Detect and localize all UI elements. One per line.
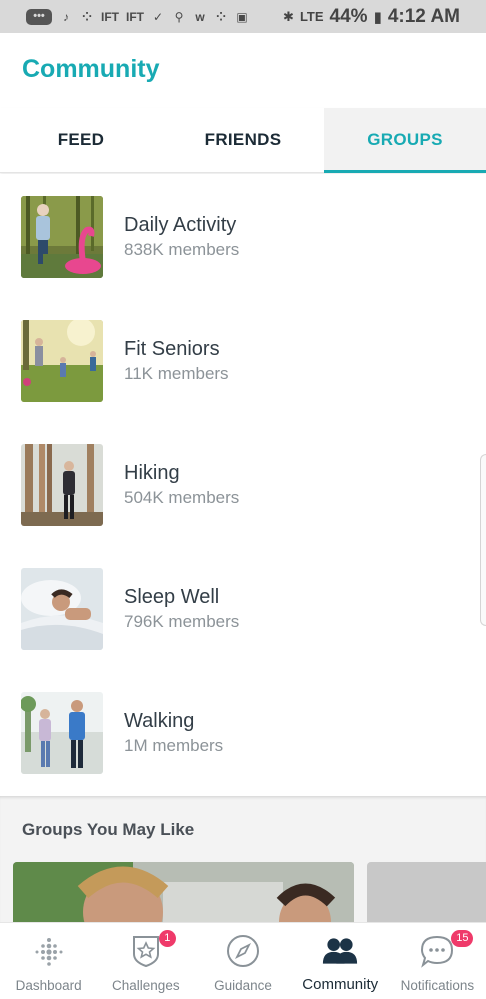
battery-icon: ▮ — [373, 8, 382, 26]
chat-bubble-icon: 15 — [419, 930, 474, 969]
nav-guidance[interactable]: Guidance — [194, 923, 291, 999]
ift-icon: IFT — [101, 9, 119, 24]
group-thumbnail — [21, 568, 103, 650]
group-name: Walking — [124, 710, 195, 732]
family-soccer-image — [21, 320, 103, 402]
signal-lte-icon: LTE — [299, 9, 324, 24]
fitbit-dots-icon — [31, 933, 67, 969]
group-member-count: 1M members — [124, 736, 224, 755]
tab-bar: FEED FRIENDS GROUPS — [0, 108, 486, 173]
ift-icon: IFT — [126, 9, 144, 24]
senior-yoga-flamingo-image — [21, 196, 103, 278]
group-thumbnail — [21, 692, 103, 774]
nav-community[interactable]: Community — [292, 923, 389, 999]
people-icon — [322, 933, 358, 969]
nav-label: Notifications — [400, 978, 475, 993]
group-member-count: 11K members — [124, 364, 229, 383]
messages-icon: ••• — [26, 8, 52, 25]
page-title: Community — [22, 55, 160, 83]
couple-walking-image — [21, 692, 103, 774]
group-item-hiking[interactable]: Hiking 504K members — [0, 422, 486, 546]
group-name: Daily Activity — [124, 214, 237, 236]
group-thumbnail — [21, 320, 103, 402]
challenges-badge: 1 — [158, 930, 176, 947]
group-member-count: 504K members — [124, 488, 240, 507]
wink-icon: w — [195, 9, 205, 24]
app-header: Community — [0, 33, 486, 108]
tab-feed[interactable]: FEED — [0, 108, 162, 172]
man-sleeping-image — [21, 568, 103, 650]
group-item-sleep-well[interactable]: Sleep Well 796K members — [0, 546, 486, 670]
check-icon: ✓ — [152, 9, 164, 24]
group-thumbnail — [21, 196, 103, 278]
system-status: ✱ LTE 44% ▮ 4:12 AM — [283, 6, 460, 28]
compass-icon — [225, 933, 261, 969]
group-name: Sleep Well — [124, 586, 220, 608]
nav-label: Challenges — [112, 978, 180, 993]
group-item-walking[interactable]: Walking 1M members — [0, 670, 486, 794]
status-bar: ••• ♪ ⁘ IFT IFT ✓ ⚲ w ⁘ ▣ ✱ LTE 44% ▮ 4:… — [0, 0, 486, 33]
group-member-count: 796K members — [124, 612, 240, 631]
suggested-group-card[interactable] — [13, 862, 354, 926]
notifications-badge: 15 — [451, 930, 474, 947]
bluetooth-icon: ✱ — [283, 8, 294, 24]
notification-icons: ••• ♪ ⁘ IFT IFT ✓ ⚲ w ⁘ ▣ — [26, 8, 249, 25]
battery-percent: 44% — [329, 5, 368, 27]
section-title: Groups You May Like — [22, 820, 195, 839]
tab-groups[interactable]: GROUPS — [324, 108, 486, 173]
woman-in-forest-image — [21, 444, 103, 526]
suggested-group-card[interactable] — [367, 862, 486, 926]
suggested-group-image — [13, 862, 354, 926]
nav-label: Community — [302, 976, 379, 993]
nav-dashboard[interactable]: Dashboard — [0, 923, 97, 999]
group-member-count: 838K members — [124, 240, 240, 259]
group-thumbnail — [21, 444, 103, 526]
group-list: Daily Activity 838K members Fit Seniors … — [0, 174, 486, 796]
nav-label: Dashboard — [15, 978, 82, 993]
fitness-icon: ⚲ — [174, 9, 184, 24]
group-item-fit-seniors[interactable]: Fit Seniors 11K members — [0, 298, 486, 422]
music-icon: ♪ — [63, 9, 69, 24]
groups-you-may-like-section: Groups You May Like — [0, 796, 486, 926]
fitbit-dots-icon: ⁘ — [81, 9, 93, 24]
nav-label: Guidance — [214, 978, 272, 993]
nav-challenges[interactable]: 1 Challenges — [97, 923, 194, 999]
star-shield-icon: 1 — [128, 930, 176, 969]
group-name: Fit Seniors — [124, 338, 220, 360]
group-item-daily-activity[interactable]: Daily Activity 838K members — [0, 174, 486, 298]
battery-saver-icon: ▣ — [236, 9, 248, 24]
fitbit-dots-icon: ⁘ — [215, 9, 227, 24]
clock: 4:12 AM — [387, 5, 460, 27]
tab-friends[interactable]: FRIENDS — [162, 108, 324, 172]
group-name: Hiking — [124, 462, 180, 484]
nav-notifications[interactable]: 15 Notifications — [389, 923, 486, 999]
bottom-navigation: Dashboard 1 Challenges Guidance Communit… — [0, 922, 486, 999]
scroll-indicator[interactable] — [480, 454, 486, 626]
